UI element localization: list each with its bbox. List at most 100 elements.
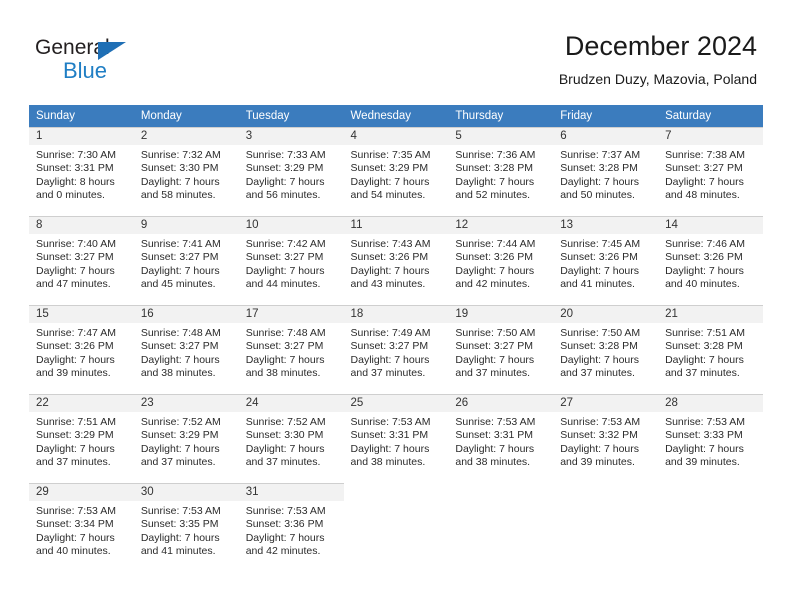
calendar-day-cell[interactable]: 13 Sunrise: 7:45 AM Sunset: 3:26 PM Dayligh…	[553, 216, 659, 305]
sunrise-text: Sunrise: 7:41 AM	[140, 238, 221, 250]
day-details: Sunrise: 7:37 AM Sunset: 3:28 PM Daylight:…	[553, 145, 658, 202]
day-number: 13	[553, 217, 659, 234]
calendar-day-cell[interactable]: 7 Sunrise: 7:38 AM Sunset: 3:27 PM Daylight…	[658, 127, 763, 216]
day-number: 8	[29, 217, 134, 234]
daylight-text-line2: and 38 minutes.	[245, 366, 321, 379]
day-cell-inner: 7 Sunrise: 7:38 AM Sunset: 3:27 PM Daylight…	[658, 127, 763, 216]
daylight-text-line2: and 38 minutes.	[455, 455, 531, 468]
weekday-headers: Sunday Monday Tuesday Wednesday Thursday Frid…	[29, 105, 763, 127]
sunset-text: Sunset: 3:27 PM	[36, 251, 114, 264]
calendar-day-cell[interactable]: 2 Sunrise: 7:32 AM Sunset: 3:30 PM Daylight…	[133, 127, 239, 216]
daylight-text-line1: Daylight: 7 hours	[665, 442, 744, 455]
daylight-text-line1: Daylight: 7 hours	[245, 175, 325, 188]
daylight-text-line1: Daylight: 7 hours	[455, 264, 535, 277]
daylight-text-line2: and 44 minutes.	[245, 277, 321, 290]
daylight-text-line2: and 41 minutes.	[140, 544, 216, 557]
calendar-day-cell[interactable]: 23 Sunrise: 7:52 AM Sunset: 3:29 PM Dayligh…	[133, 394, 239, 483]
sunrise-text: Sunrise: 7:43 AM	[350, 238, 431, 250]
calendar-day-cell[interactable]: 10 Sunrise: 7:42 AM Sunset: 3:27 PM Dayligh…	[238, 216, 344, 305]
day-cell-inner: 27 Sunrise: 7:53 AM Sunset: 3:32 PM Dayligh…	[553, 394, 659, 483]
calendar-day-cell[interactable]: 29 Sunrise: 7:53 AM Sunset: 3:34 PM Dayligh…	[29, 483, 134, 573]
day-details: Sunrise: 7:51 AM Sunset: 3:28 PM Daylight:…	[658, 323, 763, 380]
calendar-empty-cell	[448, 483, 553, 573]
calendar-day-cell[interactable]: 5 Sunrise: 7:36 AM Sunset: 3:28 PM Daylight…	[448, 127, 554, 216]
daylight-text-line1: Daylight: 7 hours	[455, 175, 535, 188]
sunrise-text: Sunrise: 7:44 AM	[455, 238, 536, 250]
calendar-cell-empty	[658, 483, 763, 573]
sunrise-text: Sunrise: 7:51 AM	[36, 416, 116, 428]
sunset-text: Sunset: 3:30 PM	[140, 162, 219, 175]
calendar-day-cell[interactable]: 31 Sunrise: 7:53 AM Sunset: 3:36 PM Dayligh…	[238, 483, 344, 573]
sunset-text: Sunset: 3:28 PM	[665, 340, 743, 353]
day-details: Sunrise: 7:32 AM Sunset: 3:30 PM Daylight:…	[134, 145, 239, 202]
sunrise-text: Sunrise: 7:53 AM	[245, 505, 326, 517]
calendar-day-cell[interactable]: 19 Sunrise: 7:50 AM Sunset: 3:27 PM Dayligh…	[448, 305, 554, 394]
calendar-day-cell[interactable]: 8 Sunrise: 7:40 AM Sunset: 3:27 PM Daylight…	[29, 216, 134, 305]
day-number: 2	[133, 128, 239, 145]
daylight-text-line1: Daylight: 7 hours	[36, 442, 115, 455]
calendar-day-cell[interactable]: 20 Sunrise: 7:50 AM Sunset: 3:28 PM Dayligh…	[553, 305, 659, 394]
calendar-day-cell[interactable]: 3 Sunrise: 7:33 AM Sunset: 3:29 PM Daylight…	[238, 127, 344, 216]
day-details: Sunrise: 7:43 AM Sunset: 3:26 PM Daylight:…	[344, 234, 449, 291]
calendar-day-cell[interactable]: 11 Sunrise: 7:43 AM Sunset: 3:26 PM Dayligh…	[343, 216, 449, 305]
sunset-text: Sunset: 3:26 PM	[350, 251, 429, 264]
daylight-text-line2: and 52 minutes.	[455, 188, 531, 201]
day-details: Sunrise: 7:36 AM Sunset: 3:28 PM Daylight:…	[448, 145, 553, 202]
daylight-text-line1: Daylight: 7 hours	[350, 264, 430, 277]
calendar-day-cell[interactable]: 1 Sunrise: 7:30 AM Sunset: 3:31 PM Daylight…	[29, 127, 134, 216]
daylight-text-line1: Daylight: 7 hours	[350, 175, 430, 188]
day-cell-inner: 16 Sunrise: 7:48 AM Sunset: 3:27 PM Dayligh…	[133, 305, 239, 394]
calendar-day-cell[interactable]: 16 Sunrise: 7:48 AM Sunset: 3:27 PM Dayligh…	[133, 305, 239, 394]
daylight-text-line1: Daylight: 7 hours	[140, 531, 220, 544]
page-header: General Blue December 2024 Brudzen Duzy,…	[0, 0, 792, 104]
sunrise-text: Sunrise: 7:50 AM	[455, 327, 536, 339]
calendar-day-cell[interactable]: 17 Sunrise: 7:48 AM Sunset: 3:27 PM Dayligh…	[238, 305, 344, 394]
daylight-text-line1: Daylight: 7 hours	[140, 353, 220, 366]
sunset-text: Sunset: 3:33 PM	[665, 429, 743, 442]
daylight-text-line2: and 39 minutes.	[560, 455, 635, 468]
calendar-day-cell[interactable]: 18 Sunrise: 7:49 AM Sunset: 3:27 PM Dayligh…	[343, 305, 449, 394]
daylight-text-line1: Daylight: 7 hours	[665, 264, 744, 277]
daylight-text-line1: Daylight: 8 hours	[36, 175, 115, 188]
calendar-day-cell[interactable]: 12 Sunrise: 7:44 AM Sunset: 3:26 PM Dayligh…	[448, 216, 554, 305]
calendar-day-cell[interactable]: 14 Sunrise: 7:46 AM Sunset: 3:26 PM Dayligh…	[658, 216, 763, 305]
sunset-text: Sunset: 3:26 PM	[36, 340, 114, 353]
sunrise-text: Sunrise: 7:52 AM	[140, 416, 221, 428]
sunrise-text: Sunrise: 7:47 AM	[36, 327, 116, 339]
daylight-text-line2: and 54 minutes.	[350, 188, 426, 201]
daylight-text-line1: Daylight: 7 hours	[36, 531, 115, 544]
day-details: Sunrise: 7:45 AM Sunset: 3:26 PM Daylight:…	[553, 234, 658, 291]
calendar-day-cell[interactable]: 9 Sunrise: 7:41 AM Sunset: 3:27 PM Daylight…	[133, 216, 239, 305]
daylight-text-line1: Daylight: 7 hours	[245, 442, 325, 455]
daylight-text-line1: Daylight: 7 hours	[665, 353, 744, 366]
daylight-text-line2: and 48 minutes.	[665, 188, 740, 201]
weekday-header-thursday: Thursday	[448, 105, 554, 127]
calendar-day-cell[interactable]: 4 Sunrise: 7:35 AM Sunset: 3:29 PM Daylight…	[343, 127, 449, 216]
day-number: 15	[29, 306, 134, 323]
calendar-day-cell[interactable]: 27 Sunrise: 7:53 AM Sunset: 3:32 PM Dayligh…	[553, 394, 659, 483]
day-details: Sunrise: 7:52 AM Sunset: 3:29 PM Daylight:…	[134, 412, 239, 469]
daylight-text-line2: and 37 minutes.	[36, 455, 111, 468]
sunset-text: Sunset: 3:26 PM	[455, 251, 534, 264]
calendar-day-cell[interactable]: 6 Sunrise: 7:37 AM Sunset: 3:28 PM Daylight…	[553, 127, 659, 216]
day-number: 9	[133, 217, 239, 234]
calendar-day-cell[interactable]: 30 Sunrise: 7:53 AM Sunset: 3:35 PM Dayligh…	[133, 483, 239, 573]
sunset-text: Sunset: 3:29 PM	[245, 162, 324, 175]
calendar-day-cell[interactable]: 25 Sunrise: 7:53 AM Sunset: 3:31 PM Dayligh…	[343, 394, 449, 483]
calendar-day-cell[interactable]: 21 Sunrise: 7:51 AM Sunset: 3:28 PM Dayligh…	[658, 305, 763, 394]
calendar-day-cell[interactable]: 26 Sunrise: 7:53 AM Sunset: 3:31 PM Dayligh…	[448, 394, 554, 483]
calendar-header-row: Sunday Monday Tuesday Wednesday Thursday Frid…	[29, 105, 763, 127]
calendar-day-cell[interactable]: 28 Sunrise: 7:53 AM Sunset: 3:33 PM Dayligh…	[658, 394, 763, 483]
day-number: 24	[238, 395, 344, 412]
day-details: Sunrise: 7:52 AM Sunset: 3:30 PM Daylight:…	[239, 412, 344, 469]
calendar-day-cell[interactable]: 24 Sunrise: 7:52 AM Sunset: 3:30 PM Dayligh…	[238, 394, 344, 483]
calendar-day-cell[interactable]: 22 Sunrise: 7:51 AM Sunset: 3:29 PM Dayligh…	[29, 394, 134, 483]
day-cell-inner: 5 Sunrise: 7:36 AM Sunset: 3:28 PM Daylight…	[448, 127, 554, 216]
day-number: 4	[343, 128, 449, 145]
daylight-text-line1: Daylight: 7 hours	[665, 175, 744, 188]
calendar-day-cell[interactable]: 15 Sunrise: 7:47 AM Sunset: 3:26 PM Dayligh…	[29, 305, 134, 394]
daylight-text-line2: and 0 minutes.	[36, 188, 105, 201]
title-block: December 2024 Brudzen Duzy, Mazovia, Pol…	[559, 30, 757, 89]
sunrise-text: Sunrise: 7:30 AM	[36, 149, 116, 161]
daylight-text-line1: Daylight: 7 hours	[560, 175, 640, 188]
